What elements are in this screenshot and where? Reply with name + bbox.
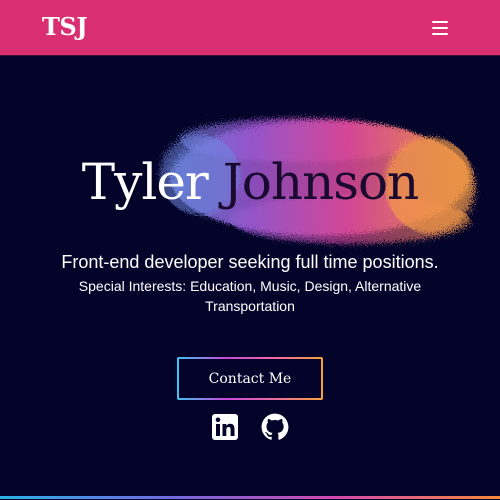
contact-me-label: Contact Me [179, 359, 321, 398]
hero-first-name: Tyler [81, 153, 209, 211]
contact-me-button[interactable]: Contact Me [177, 357, 323, 400]
paint-splash-graphic [160, 118, 475, 244]
hero-last-name: Johnson [222, 153, 420, 211]
github-icon[interactable] [261, 413, 289, 441]
linkedin-icon[interactable] [211, 413, 239, 441]
hero-tagline: Front-end developer seeking full time po… [61, 252, 439, 272]
footer-accent-line [0, 496, 500, 499]
hero-name: Tyler Johnson [0, 150, 500, 214]
hero-interests: Special Interests: Education, Music, Des… [78, 278, 422, 314]
